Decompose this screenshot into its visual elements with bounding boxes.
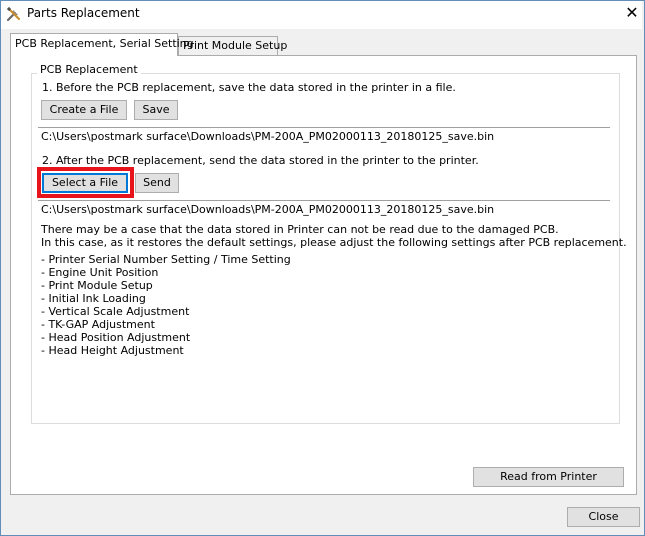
create-file-button[interactable]: Create a File [41,100,127,120]
settings-list-item: - TK-GAP Adjustment [41,318,155,331]
send-button[interactable]: Send [135,173,179,193]
settings-list-item: - Initial Ink Loading [41,292,146,305]
step2-instruction: 2. After the PCB replacement, send the d… [42,154,479,167]
save-path-field[interactable]: C:\Users\postmark surface\Downloads\PM-2… [38,127,610,148]
notice-line-2: In this case, as it restores the default… [41,236,627,249]
tools-icon [6,6,22,22]
close-window-icon[interactable]: ✕ [621,3,643,23]
settings-list-item: - Printer Serial Number Setting / Time S… [41,253,291,266]
settings-list-item: - Vertical Scale Adjustment [41,305,190,318]
notice-line-1: There may be a case that the data stored… [41,223,559,236]
step1-instruction: 1. Before the PCB replacement, save the … [42,81,456,94]
window-title: Parts Replacement [27,6,140,20]
settings-list-item: - Print Module Setup [41,279,153,292]
send-path-field[interactable]: C:\Users\postmark surface\Downloads\PM-2… [38,200,610,221]
close-button[interactable]: Close [567,507,640,527]
settings-list-item: - Head Position Adjustment [41,331,191,344]
group-title: PCB Replacement [37,63,141,76]
read-from-printer-button[interactable]: Read from Printer [473,467,624,487]
save-button[interactable]: Save [134,100,178,120]
settings-list-item: - Head Height Adjustment [41,344,184,357]
highlight-box [37,167,134,198]
tab-pcb-replacement[interactable]: PCB Replacement, Serial Setting [10,33,194,56]
settings-list-item: - Engine Unit Position [41,266,159,279]
